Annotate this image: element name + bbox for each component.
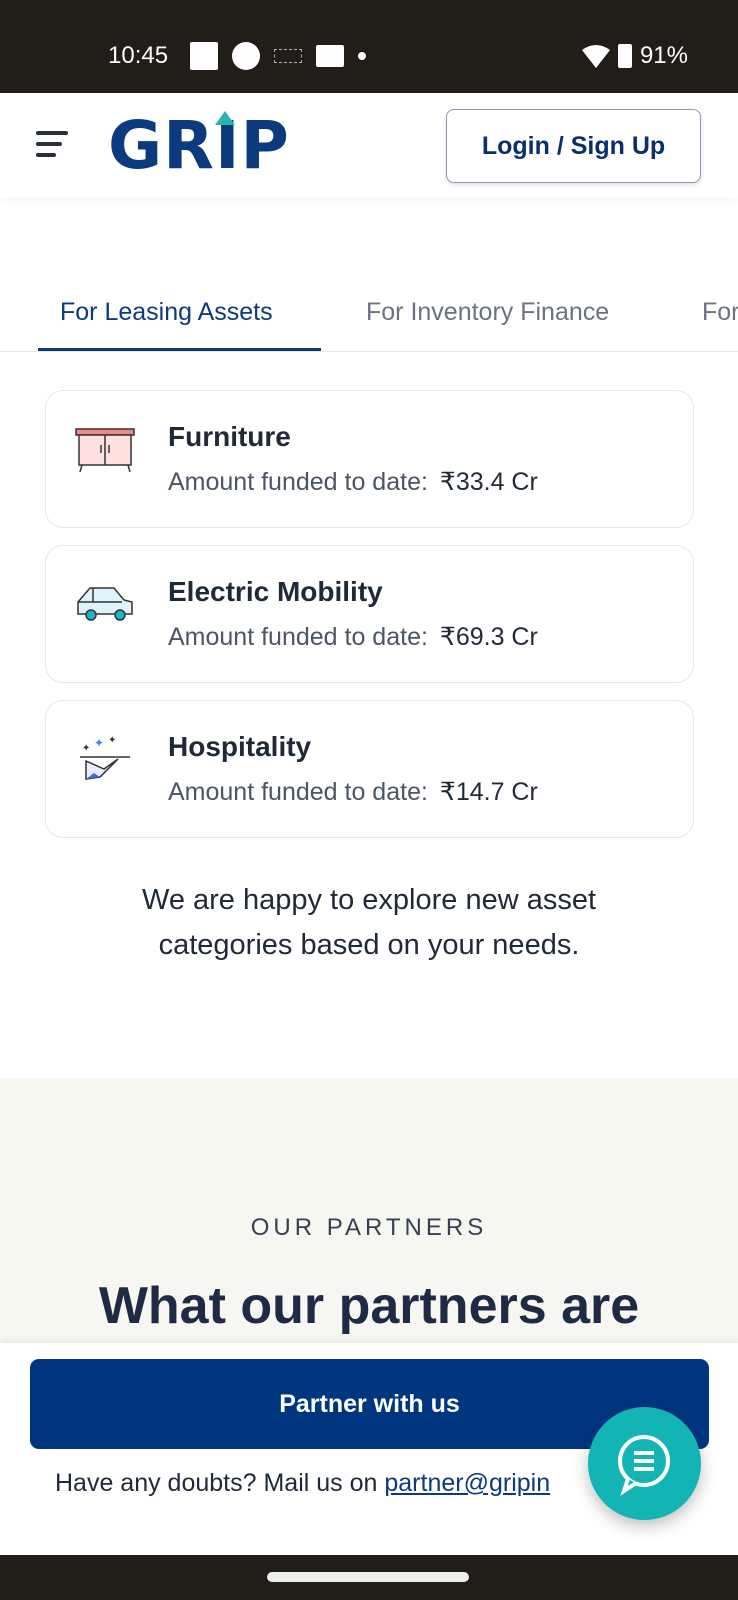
asset-card-hospitality: ✦ ✦ ✦ Hospitality Amount funded to date: ₹1… bbox=[45, 700, 694, 838]
tv-icon bbox=[190, 42, 218, 70]
tab-more[interactable]: For bbox=[702, 298, 738, 327]
tab-bar: For Leasing Assets For Inventory Finance… bbox=[0, 290, 738, 352]
mail-link[interactable]: partner@gripin bbox=[384, 1469, 550, 1497]
serving-tray-icon: ✦ ✦ ✦ bbox=[80, 735, 130, 780]
circle-icon bbox=[232, 42, 260, 70]
svg-text:✦: ✦ bbox=[94, 736, 104, 750]
card-label: Amount funded to date: bbox=[168, 468, 428, 496]
battery-icon bbox=[617, 44, 632, 68]
card-amount: ₹33.4 Cr bbox=[439, 468, 538, 496]
app-icon bbox=[274, 49, 302, 63]
card-title: Electric Mobility bbox=[168, 576, 383, 607]
navigation-bar bbox=[0, 1555, 738, 1600]
header: GRIP Login / Sign Up bbox=[0, 93, 738, 198]
car-icon bbox=[77, 587, 133, 621]
asset-card-electric-mobility: Electric Mobility Amount funded to date:… bbox=[45, 545, 694, 683]
tab-leasing-assets[interactable]: For Leasing Assets bbox=[60, 298, 273, 327]
asset-card-furniture: Furniture Amount funded to date: ₹33.4 Cr bbox=[45, 390, 694, 528]
clock: 10:45 bbox=[108, 42, 169, 69]
active-tab-indicator bbox=[38, 348, 321, 351]
battery-level: 91% bbox=[639, 42, 688, 69]
chat-bubble-icon bbox=[618, 1435, 670, 1496]
chat-button[interactable] bbox=[588, 1407, 701, 1520]
logo[interactable]: GRIP bbox=[108, 107, 290, 184]
home-gesture-handle[interactable] bbox=[267, 1572, 469, 1582]
card-amount: ₹14.7 Cr bbox=[439, 778, 538, 806]
tab-inventory-finance[interactable]: For Inventory Finance bbox=[366, 298, 609, 327]
logo-arrow-icon bbox=[215, 111, 235, 125]
card-title: Hospitality bbox=[168, 731, 312, 762]
mail-text: Have any doubts? Mail us on partner@grip… bbox=[55, 1469, 551, 1497]
wifi-icon bbox=[581, 45, 610, 68]
svg-text:✦: ✦ bbox=[108, 735, 116, 746]
dot-icon bbox=[358, 52, 366, 60]
app-icon bbox=[316, 45, 344, 67]
section-heading: What our partners are bbox=[98, 1277, 640, 1335]
section-kicker: OUR PARTNERS bbox=[250, 1214, 488, 1241]
card-label: Amount funded to date: bbox=[168, 778, 428, 806]
card-title: Furniture bbox=[168, 421, 291, 452]
status-bar: 10:45 91% bbox=[0, 0, 738, 93]
cabinet-icon bbox=[75, 428, 135, 473]
svg-text:✦: ✦ bbox=[82, 743, 90, 754]
card-amount: ₹69.3 Cr bbox=[439, 623, 538, 651]
card-label: Amount funded to date: bbox=[168, 623, 428, 651]
explore-note: We are happy to explore new asset catego… bbox=[141, 884, 597, 961]
menu-icon[interactable] bbox=[36, 131, 68, 164]
login-signup-button[interactable]: Login / Sign Up bbox=[446, 109, 701, 183]
notification-icons bbox=[190, 42, 366, 70]
